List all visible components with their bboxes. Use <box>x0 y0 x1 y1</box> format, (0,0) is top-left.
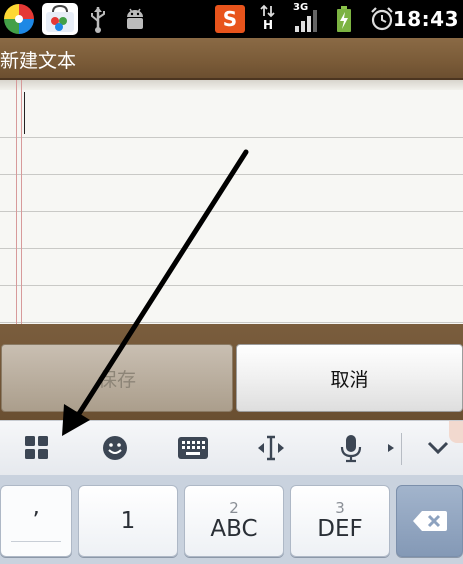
sogou-letter: S <box>222 7 238 31</box>
cursor-move-icon[interactable] <box>253 431 289 465</box>
note-text-area[interactable] <box>0 80 463 324</box>
usb-icon <box>86 4 110 34</box>
paper-torn-edge <box>0 80 463 90</box>
margin-line <box>16 80 17 324</box>
keyboard-icon[interactable] <box>175 431 211 465</box>
microphone-icon[interactable] <box>333 431 369 465</box>
action-bar: 保存 取消 <box>0 324 463 420</box>
data-transfer-icon: H <box>258 4 280 34</box>
status-time: 18:43 <box>392 7 459 31</box>
app-store-icon <box>40 3 80 35</box>
signal-icon: 3G <box>292 2 322 34</box>
keyboard-toolbar <box>0 420 463 475</box>
key-def[interactable]: 3 DEF <box>290 485 390 557</box>
android-debug-icon <box>122 4 148 34</box>
key-1-label: 1 <box>120 508 136 534</box>
cancel-button[interactable]: 取消 <box>236 344 463 412</box>
key-1[interactable]: 1 <box>78 485 178 557</box>
save-button[interactable]: 保存 <box>1 344 233 412</box>
emoji-icon[interactable] <box>97 431 133 465</box>
key-apostrophe-label: ’ <box>32 508 40 534</box>
cancel-button-label: 取消 <box>330 368 369 391</box>
pinwheel-app-icon <box>0 4 38 34</box>
key-underline <box>11 541 61 542</box>
status-bar: S H 3G 18:43 <box>0 0 463 38</box>
key-def-number: 3 <box>335 499 345 517</box>
toolbar-divider <box>401 433 402 465</box>
title-bar: 新建文本 <box>0 38 463 80</box>
sogou-input-icon: S <box>214 4 246 34</box>
key-def-label: DEF <box>317 516 363 542</box>
network-type: 3G <box>293 2 309 13</box>
battery-charging-icon <box>334 4 354 34</box>
key-abc-label: ABC <box>210 516 258 542</box>
key-abc[interactable]: 2 ABC <box>184 485 284 557</box>
key-abc-number: 2 <box>229 499 239 517</box>
save-button-label: 保存 <box>97 368 136 391</box>
margin-line <box>21 80 22 324</box>
keyboard-keys: ’ 1 2 ABC 3 DEF <box>0 475 463 564</box>
key-apostrophe[interactable]: ’ <box>0 485 72 557</box>
data-indicator: H <box>263 18 274 32</box>
backspace-key[interactable] <box>396 485 463 557</box>
corner-sticker <box>449 421 463 443</box>
text-cursor <box>24 92 25 134</box>
backspace-icon <box>412 511 447 531</box>
grid-menu-icon[interactable] <box>19 431 55 465</box>
alarm-icon <box>368 4 396 34</box>
expand-arrow-icon[interactable] <box>384 431 398 465</box>
page-title: 新建文本 <box>0 50 77 72</box>
